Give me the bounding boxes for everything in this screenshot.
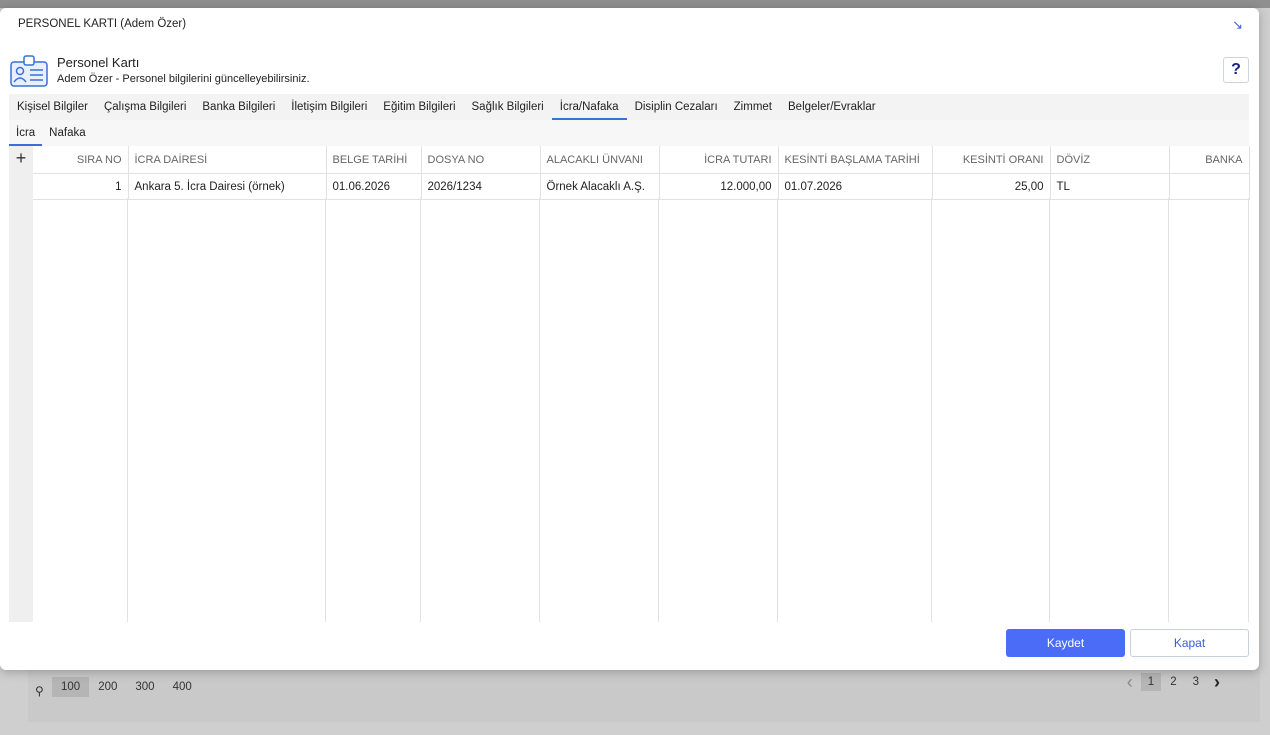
col-header-dosya-no[interactable]: DOSYA NO [421,146,541,174]
page-size-200[interactable]: 200 [89,677,126,697]
col-header-belge-tarihi[interactable]: BELGE TARİHİ [326,146,422,174]
cell-icra-tutari[interactable]: 12.000,00 [659,173,779,200]
icra-grid: + SIRA NO İCRA DAİRESİ BELGE TARİHİ DOSY… [9,146,1250,622]
card-header: Personel Kartı Adem Özer - Personel bilg… [9,54,1249,92]
personel-karti-dialog: PERSONEL KARTI (Adem Özer) ↘ Personel Ka… [0,8,1259,670]
page-2[interactable]: 2 [1163,673,1183,691]
page-size-100[interactable]: 100 [52,677,90,697]
sub-tabs: İcra Nafaka [9,120,1249,146]
cell-kesinti-orani[interactable]: 25,00 [932,173,1051,200]
close-button[interactable]: Kapat [1130,629,1249,657]
col-header-icra-dairesi[interactable]: İCRA DAİRESİ [128,146,327,174]
page-size-selector: ⚲ 100 200 300 400 [30,672,201,702]
cell-kesinti-baslama-tarihi[interactable]: 01.07.2026 [778,173,933,200]
dialog-title: PERSONEL KARTI (Adem Özer) [18,18,187,30]
cell-icra-dairesi[interactable]: Ankara 5. İcra Dairesi (örnek) [128,173,327,200]
id-card-icon [9,54,49,88]
col-header-kesinti-orani[interactable]: KESİNTİ ORANI [932,146,1051,174]
subtab-nafaka[interactable]: Nafaka [42,127,92,146]
cell-dosya-no[interactable]: 2026/1234 [421,173,541,200]
tab-kisisel-bilgiler[interactable]: Kişisel Bilgiler [9,101,96,120]
col-header-sira-no[interactable]: SIRA NO [33,146,129,174]
next-page-icon[interactable]: › [1208,673,1226,691]
page-size-300[interactable]: 300 [126,677,163,697]
icra-table: SIRA NO İCRA DAİRESİ BELGE TARİHİ DOSYA … [33,146,1250,200]
col-header-icra-tutari[interactable]: İCRA TUTARI [659,146,779,174]
cell-banka[interactable] [1169,173,1250,200]
col-header-alacakli-unvani[interactable]: ALACAKLI ÜNVANI [540,146,660,174]
tab-zimmet[interactable]: Zimmet [726,101,780,120]
tab-iletisim-bilgileri[interactable]: İletişim Bilgileri [283,101,375,120]
table-header-row: SIRA NO İCRA DAİRESİ BELGE TARİHİ DOSYA … [33,146,1250,174]
tab-calisma-bilgileri[interactable]: Çalışma Bilgileri [96,101,194,120]
cell-alacakli-unvani[interactable]: Örnek Alacaklı A.Ş. [540,173,660,200]
grid-column-lines [33,198,1249,622]
save-button[interactable]: Kaydet [1006,629,1125,657]
main-tabs: Kişisel Bilgiler Çalışma Bilgileri Banka… [9,94,1249,120]
pin-icon[interactable]: ⚲ [30,672,50,702]
background-topbar [0,0,1270,8]
card-subtitle: Adem Özer - Personel bilgilerini güncell… [57,73,310,85]
footer-actions: Kaydet Kapat [1006,629,1249,657]
cell-sira-no[interactable]: 1 [33,173,129,200]
page-1[interactable]: 1 [1140,673,1162,691]
page-size-400[interactable]: 400 [164,677,201,697]
col-header-banka[interactable]: BANKA [1169,146,1250,174]
col-header-doviz[interactable]: DÖVİZ [1050,146,1170,174]
cell-belge-tarihi[interactable]: 01.06.2026 [326,173,422,200]
pagination: ‹ 1 2 3 › [1121,673,1226,691]
tab-disiplin-cezalari[interactable]: Disiplin Cezaları [627,101,726,120]
add-row-button[interactable]: + [9,146,33,622]
tab-egitim-bilgileri[interactable]: Eğitim Bilgileri [375,101,463,120]
help-button[interactable]: ? [1223,57,1249,83]
cell-doviz[interactable]: TL [1050,173,1170,200]
subtab-icra[interactable]: İcra [9,127,43,146]
tab-saglik-bilgileri[interactable]: Sağlık Bilgileri [464,101,552,120]
col-header-kesinti-baslama-tarihi[interactable]: KESİNTİ BAŞLAMA TARİHİ [778,146,933,174]
tab-belgeler-evraklar[interactable]: Belgeler/Evraklar [780,101,884,120]
background-pager-bar [28,662,1260,722]
card-title: Personel Kartı [57,55,140,70]
table-row[interactable]: 1 Ankara 5. İcra Dairesi (örnek) 01.06.2… [33,173,1250,200]
tab-banka-bilgileri[interactable]: Banka Bilgileri [194,101,283,120]
page-3[interactable]: 3 [1186,673,1206,691]
collapse-icon[interactable]: ↘ [1232,17,1243,33]
tab-icra-nafaka[interactable]: İcra/Nafaka [551,101,627,120]
prev-page-icon[interactable]: ‹ [1121,673,1139,691]
